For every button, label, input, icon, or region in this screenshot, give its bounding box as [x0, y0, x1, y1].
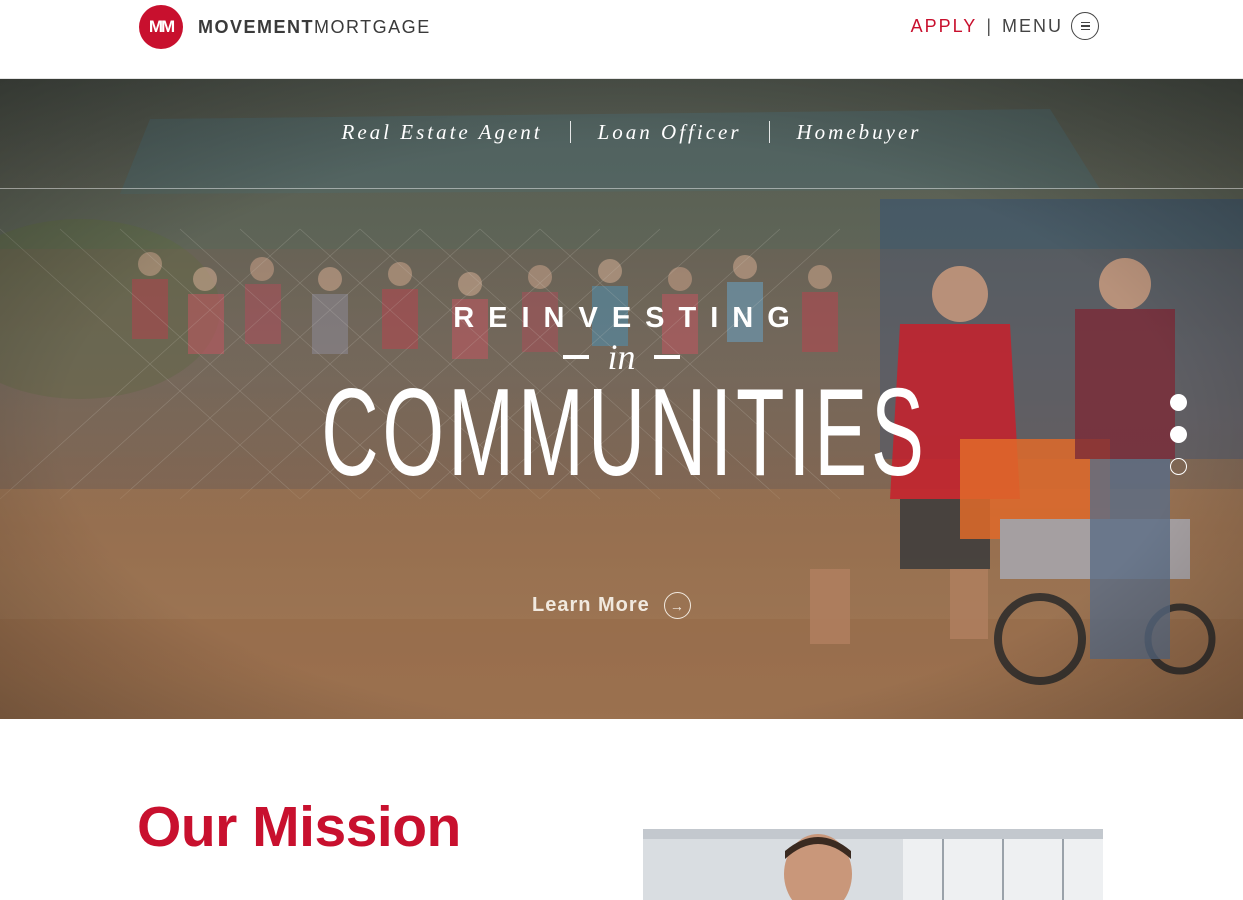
mission-heading: Our Mission — [137, 795, 461, 859]
slide-dot-1[interactable] — [1170, 394, 1187, 411]
hamburger-line — [1080, 25, 1090, 27]
apply-link[interactable]: APPLY — [911, 16, 978, 37]
tab-homebuyer[interactable]: Homebuyer — [797, 120, 922, 145]
logo-word-mortgage: MORTGAGE — [314, 16, 431, 37]
site-header: MM MOVEMENTMORTGAGE APPLY | MENU — [0, 0, 1243, 79]
logo-link[interactable]: MM MOVEMENTMORTGAGE — [139, 5, 431, 49]
hero-banner: Real Estate Agent Loan Officer Homebuyer… — [0, 79, 1243, 719]
learn-more-button[interactable]: Learn More → — [532, 592, 691, 619]
hamburger-icon[interactable] — [1071, 12, 1099, 40]
menu-link[interactable]: MENU — [1002, 16, 1063, 37]
audience-separator — [569, 121, 571, 143]
audience-nav-bar: Real Estate Agent Loan Officer Homebuyer — [0, 79, 1243, 189]
headline-communities: COMMUNITIES — [321, 364, 928, 502]
slider-pagination — [1170, 394, 1187, 475]
tab-real-estate-agent[interactable]: Real Estate Agent — [342, 120, 543, 145]
slide-dot-3[interactable] — [1170, 458, 1187, 475]
learn-more-label: Learn More — [532, 594, 650, 616]
mission-photo-image — [643, 829, 1103, 900]
mm-logo-icon: MM — [139, 5, 183, 49]
hero-headline: REINVESTING in COMMUNITIES — [0, 302, 1243, 502]
mission-photo — [643, 829, 1103, 900]
logo-word-movement: MOVEMENT — [198, 16, 315, 37]
hamburger-line — [1080, 28, 1090, 31]
arrow-right-circle-icon: → — [663, 592, 691, 619]
headline-dash — [653, 355, 680, 359]
header-nav: APPLY | MENU — [911, 12, 1099, 40]
hamburger-line — [1080, 21, 1090, 24]
audience-separator — [768, 121, 770, 143]
slide-dot-2[interactable] — [1170, 426, 1187, 443]
tab-loan-officer[interactable]: Loan Officer — [598, 120, 742, 145]
nav-separator: | — [986, 15, 993, 36]
headline-reinvesting: REINVESTING — [453, 302, 804, 334]
logo-wordmark: MOVEMENTMORTGAGE — [198, 17, 431, 38]
headline-dash — [563, 355, 590, 359]
audience-nav: Real Estate Agent Loan Officer Homebuyer — [342, 120, 922, 145]
